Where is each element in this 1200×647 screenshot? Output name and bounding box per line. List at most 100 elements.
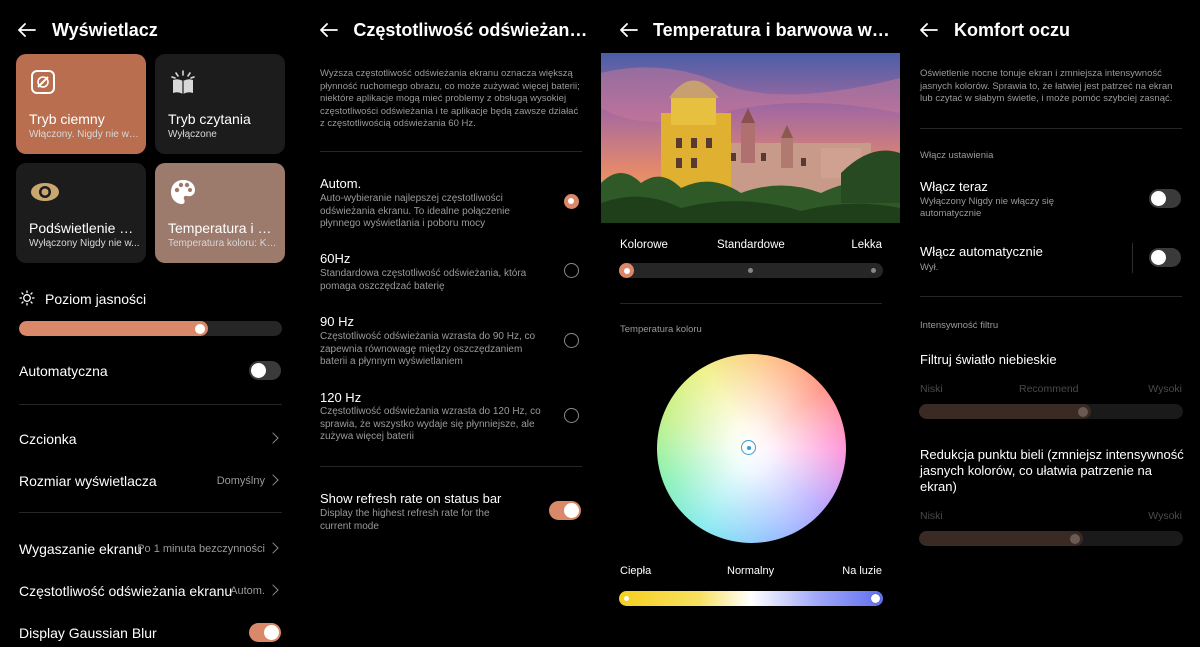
option-120hz-radio[interactable] [564,408,579,423]
status-refresh-title: Show refresh rate on status bar [320,491,502,506]
eye-comfort-panel: Komfort oczu Oświetlenie nocne tonuje ek… [900,0,1200,647]
display-settings-panel: Wyświetlacz Tryb ciemny Włączony. Nigdy … [0,0,300,647]
option-90hz-radio[interactable] [564,333,579,348]
brightness-slider-fill [19,321,208,336]
dark-mode-tile[interactable]: Tryb ciemny Włączony. Nigdy nie wy... [16,54,146,154]
palette-icon [168,177,198,207]
toggle-knob [264,625,279,640]
color-mode-slider[interactable] [619,263,883,278]
page-title: Częstotliwość odświeżania... [353,19,592,40]
mode-label-standard: Standardowe [717,239,785,251]
header: Komfort oczu [920,16,1192,44]
page-title: Temperatura i barwowa w tr... [652,19,892,40]
tile-subtitle: Wyłączone [168,129,217,140]
white-point-title: Redukcja punktu bieli (zmniejsz intensyw… [920,447,1184,494]
book-icon [168,68,198,98]
back-arrow-icon[interactable] [18,19,40,41]
mode-label-vivid: Kolorowe [620,239,668,251]
color-temperature-tile[interactable]: Temperatura i ba... Temperatura koloru: … [155,163,285,263]
divider [19,404,282,405]
refresh-intro-text: Wyższa częstotliwość odświeżania ekranu … [320,68,580,130]
blue-light-slider[interactable] [919,404,1183,419]
font-setting-label[interactable]: Czcionka [19,431,77,447]
eye-icon [29,177,59,207]
tile-title: Podświetlenie no... [29,220,140,236]
white-label-low: Niski [920,510,943,522]
vertical-divider [1132,243,1133,273]
toggle-knob [564,503,579,518]
slider-stop-dot [624,596,629,601]
option-60hz-desc: Standardowa częstotliwość odświeżania, k… [320,268,527,292]
night-light-tile[interactable]: Podświetlenie no... Wyłączony Nigdy nie … [16,163,146,263]
refresh-rate-value: Autom. [230,585,265,597]
slider-stop-dot [871,268,876,273]
status-refresh-toggle[interactable] [549,501,581,520]
header: Wyświetlacz [18,16,292,44]
chevron-right-icon [267,584,279,596]
back-arrow-icon[interactable] [620,19,641,41]
color-wheel[interactable] [657,354,846,543]
option-120hz-title[interactable]: 120 Hz [320,390,361,405]
refresh-rate-panel: Częstotliwość odświeżania... Wyższa częs… [300,0,600,647]
refresh-rate-label[interactable]: Częstotliwość odświeżania ekranu [19,583,232,599]
back-arrow-icon[interactable] [320,19,341,41]
divider [320,151,582,152]
tile-title: Tryb ciemny [29,111,105,127]
enable-auto-title[interactable]: Włącz automatycznie [920,244,1043,259]
option-90hz-desc: Częstotliwość odświeżania wzrasta do 90 … [320,331,536,367]
option-auto-title[interactable]: Autom. [320,176,361,191]
screen-timeout-label[interactable]: Wygaszanie ekranu [19,541,142,557]
white-point-thumb[interactable] [1070,533,1080,544]
thumb-dot [623,267,630,274]
back-arrow-icon[interactable] [920,19,942,41]
toggle-knob [251,363,266,378]
temp-label-normal: Normalny [727,565,775,577]
white-label-high: Wysoki [1148,510,1182,522]
temp-section-title: Temperatura koloru [620,324,702,335]
white-point-slider[interactable] [919,531,1183,546]
display-size-label[interactable]: Rozmiar wyświetlacza [19,473,157,489]
temperature-slider[interactable] [619,591,883,606]
option-90hz-title[interactable]: 90 Hz [320,314,354,329]
color-temperature-panel: Temperatura i barwowa w tr... Kolorowe S… [600,0,900,647]
option-60hz-radio[interactable] [564,263,579,278]
auto-brightness-toggle[interactable] [249,361,281,380]
option-60hz-title[interactable]: 60Hz [320,251,350,266]
chevron-right-icon [267,542,279,554]
divider [920,128,1182,129]
brightness-label: Poziom jasności [45,291,147,307]
sun-icon [19,290,35,306]
blue-light-fill [919,404,1091,419]
option-auto-radio[interactable] [564,194,579,209]
gaussian-blur-toggle[interactable] [249,623,281,642]
brightness-slider-thumb[interactable] [195,323,205,334]
chevron-right-icon [267,474,279,486]
page-title: Komfort oczu [954,19,1070,40]
slider-stop-dot [748,268,753,273]
enable-auto-toggle[interactable] [1149,248,1181,267]
enable-now-toggle[interactable] [1149,189,1181,208]
enable-now-desc: Wyłączony Nigdy nie włączy się automatyc… [920,196,1055,219]
screen-timeout-value: Po 1 minuta bezczynności [137,543,265,555]
brightness-slider[interactable] [19,321,282,336]
header: Częstotliwość odświeżania... [320,16,592,44]
mode-label-light: Lekka [851,239,882,251]
blue-label-recommend: Recommend [1019,383,1079,395]
color-preview-image [601,53,900,223]
display-size-value: Domyślny [216,475,265,487]
reading-mode-tile[interactable]: Tryb czytania Wyłączone [155,54,285,154]
color-wheel-picker[interactable] [741,440,756,455]
tile-subtitle: Włączony. Nigdy nie wy... [29,129,140,140]
blue-light-thumb[interactable] [1078,406,1088,417]
blue-label-low: Niski [920,383,943,395]
dark-mode-icon [29,68,59,98]
picker-dot [746,445,751,450]
divider [320,466,582,467]
color-mode-thumb[interactable] [619,263,634,278]
temp-label-cool: Na luzie [842,565,882,577]
temperature-slider-thumb[interactable] [871,594,880,603]
option-120hz-desc: Częstotliwość odświeżania wzrasta do 120… [320,406,541,442]
tile-subtitle: Temperatura koloru: Ko... [168,238,279,249]
divider [920,296,1182,297]
enable-auto-desc: Wył. [920,262,939,273]
